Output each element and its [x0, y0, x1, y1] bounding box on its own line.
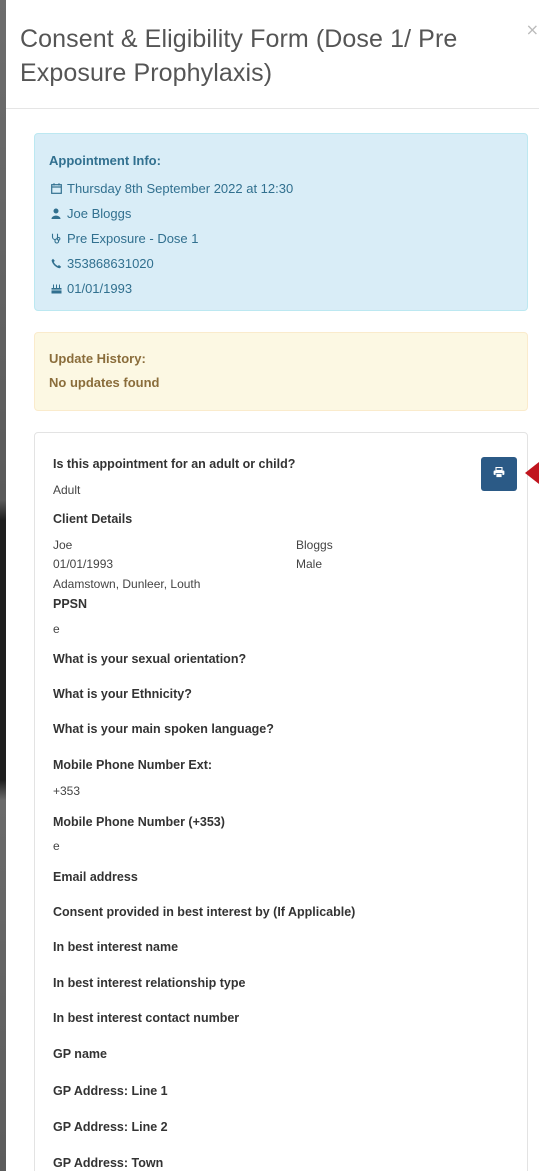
appointment-datetime-row: Thursday 8th September 2022 at 12:30 [49, 176, 513, 201]
client-gender: Male [296, 557, 323, 571]
mobile-number-value: e [53, 839, 60, 853]
client-dob: 01/01/1993 [53, 557, 114, 571]
appointment-info-box: Appointment Info: Thursday 8th September… [34, 133, 528, 311]
mobile-ext-value: +353 [53, 784, 81, 798]
appointment-type: Pre Exposure - Dose 1 [67, 231, 199, 246]
mobile-ext-label: Mobile Phone Number Ext: [53, 758, 213, 772]
gp-address-line1-label: GP Address: Line 1 [53, 1084, 168, 1098]
best-interest-relationship-label: In best interest relationship type [53, 976, 246, 990]
gp-address-town-label: GP Address: Town [53, 1156, 164, 1170]
appointment-phone: 353868631020 [67, 256, 154, 271]
best-interest-contact-label: In best interest contact number [53, 1011, 240, 1025]
update-history-text: No updates found [49, 375, 160, 390]
calendar-icon [49, 183, 63, 194]
appointment-phone-row: 353868631020 [49, 251, 513, 276]
stethoscope-icon [49, 233, 63, 244]
language-question: What is your main spoken language? [53, 722, 274, 736]
modal-header: Consent & Eligibility Form (Dose 1/ Pre … [6, 0, 539, 109]
update-history-heading: Update History: [49, 351, 146, 366]
consent-best-interest-label: Consent provided in best interest by (If… [53, 905, 356, 919]
client-address: Adamstown, Dunleer, Louth [53, 577, 201, 591]
client-last-name: Bloggs [296, 538, 333, 552]
ppsn-value: e [53, 622, 60, 636]
appointment-type-row: Pre Exposure - Dose 1 [49, 226, 513, 251]
appointment-name: Joe Bloggs [67, 206, 132, 221]
client-details-heading: Client Details [53, 512, 133, 526]
appointment-dob-row: 01/01/1993 [49, 276, 513, 301]
gp-name-label: GP name [53, 1047, 107, 1061]
annotation-arrow-icon [525, 462, 539, 484]
client-first-name: Joe [53, 538, 73, 552]
print-icon [493, 466, 505, 481]
user-icon [49, 208, 63, 219]
form-details-panel: Is this appointment for an adult or chil… [34, 432, 528, 1171]
appointment-dob: 01/01/1993 [67, 281, 133, 296]
appointment-name-row: Joe Bloggs [49, 201, 513, 226]
email-label: Email address [53, 870, 138, 884]
adult-child-answer: Adult [53, 483, 81, 497]
adult-child-question: Is this appointment for an adult or chil… [53, 457, 296, 471]
best-interest-name-label: In best interest name [53, 940, 179, 954]
mobile-number-label: Mobile Phone Number (+353) [53, 815, 225, 829]
ppsn-label: PPSN [53, 597, 88, 611]
print-button[interactable] [481, 457, 517, 491]
phone-icon [49, 258, 63, 269]
birthday-cake-icon [49, 283, 63, 294]
appointment-datetime: Thursday 8th September 2022 at 12:30 [67, 181, 294, 196]
update-history-box: Update History: No updates found [34, 332, 528, 411]
appointment-info-heading: Appointment Info: [49, 153, 161, 168]
close-button[interactable]: × [526, 20, 539, 39]
consent-modal: Consent & Eligibility Form (Dose 1/ Pre … [6, 0, 539, 1171]
ethnicity-question: What is your Ethnicity? [53, 687, 192, 701]
modal-title: Consent & Eligibility Form (Dose 1/ Pre … [20, 25, 458, 87]
sexual-orientation-question: What is your sexual orientation? [53, 652, 247, 666]
gp-address-line2-label: GP Address: Line 2 [53, 1120, 168, 1134]
